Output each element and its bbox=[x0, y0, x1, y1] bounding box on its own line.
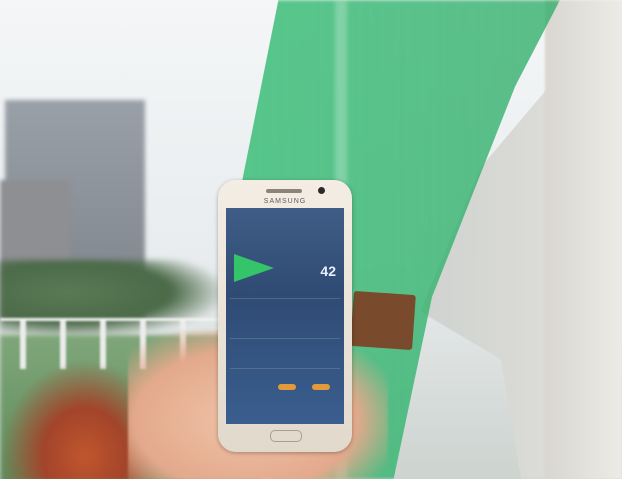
divider bbox=[230, 338, 340, 339]
home-button bbox=[270, 430, 302, 442]
uv-index-value: 42 bbox=[320, 263, 336, 279]
phone-screen: 42 bbox=[226, 208, 344, 424]
divider bbox=[230, 368, 340, 369]
phone-camera bbox=[318, 187, 325, 194]
divider bbox=[230, 298, 340, 299]
green-triangle-icon bbox=[234, 254, 274, 282]
orange-pill bbox=[278, 384, 296, 390]
building-pillar bbox=[545, 0, 622, 479]
phone-earpiece bbox=[266, 189, 302, 193]
photo-scene: SAMSUNG 42 bbox=[0, 0, 622, 479]
smartphone: SAMSUNG 42 bbox=[218, 180, 352, 452]
orange-pill bbox=[312, 384, 330, 390]
phone-brand: SAMSUNG bbox=[263, 198, 307, 205]
status-bar bbox=[230, 210, 340, 216]
